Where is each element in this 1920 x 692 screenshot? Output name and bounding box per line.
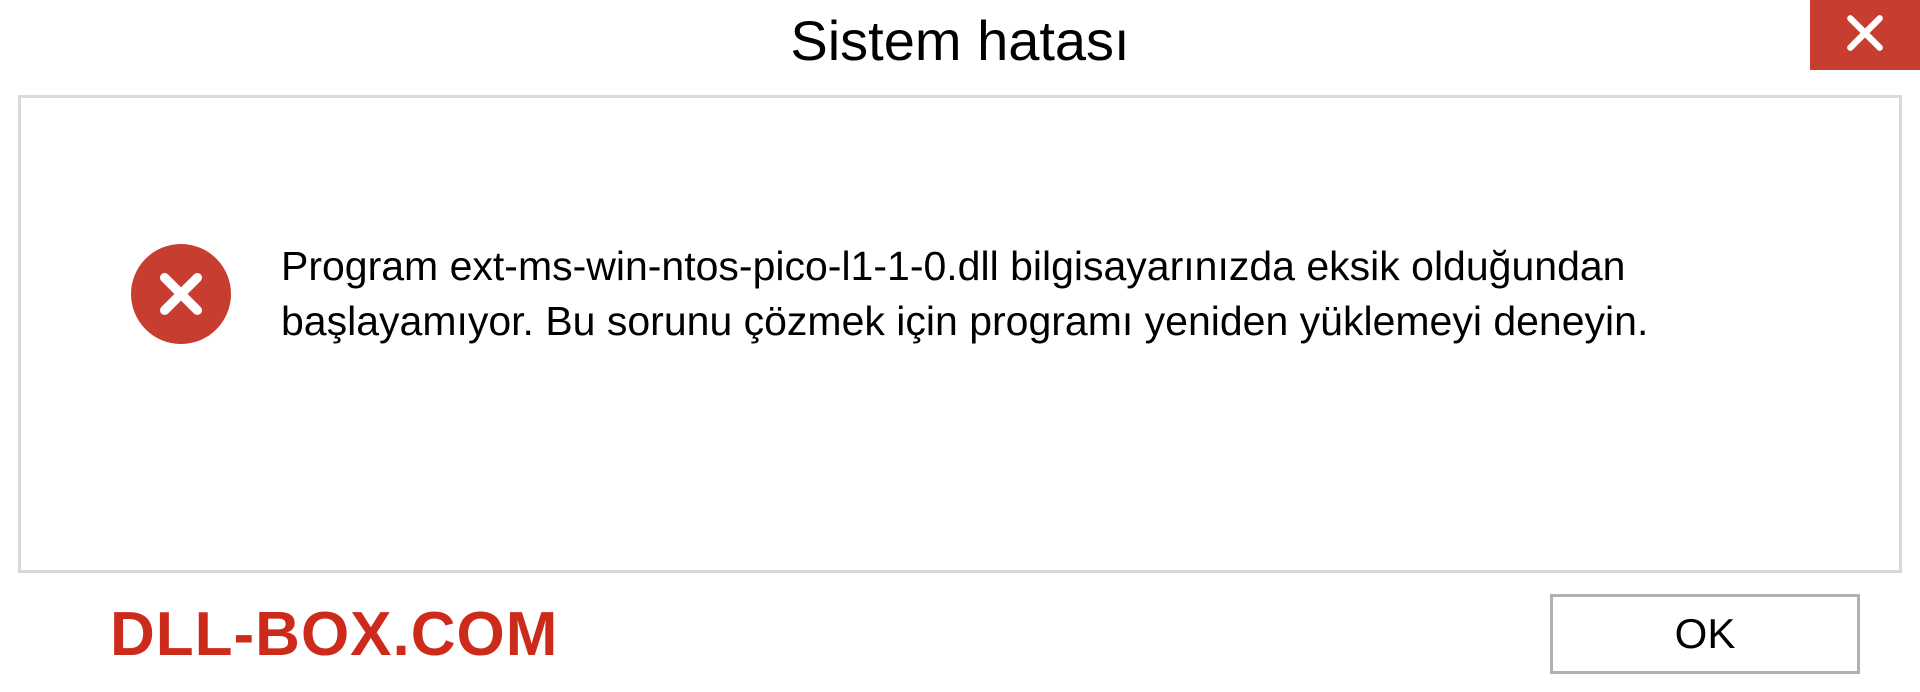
close-icon [1843, 11, 1887, 60]
close-button[interactable] [1810, 0, 1920, 70]
titlebar: Sistem hatası [0, 0, 1920, 95]
dialog-footer: DLL-BOX.COM OK [0, 594, 1920, 674]
dialog-content: Program ext-ms-win-ntos-pico-l1-1-0.dll … [18, 95, 1902, 573]
dialog-title: Sistem hatası [790, 8, 1129, 73]
ok-button[interactable]: OK [1550, 594, 1860, 674]
ok-button-label: OK [1675, 610, 1736, 658]
error-icon [131, 244, 231, 344]
watermark-text: DLL-BOX.COM [110, 599, 558, 670]
error-message: Program ext-ms-win-ntos-pico-l1-1-0.dll … [281, 239, 1781, 350]
